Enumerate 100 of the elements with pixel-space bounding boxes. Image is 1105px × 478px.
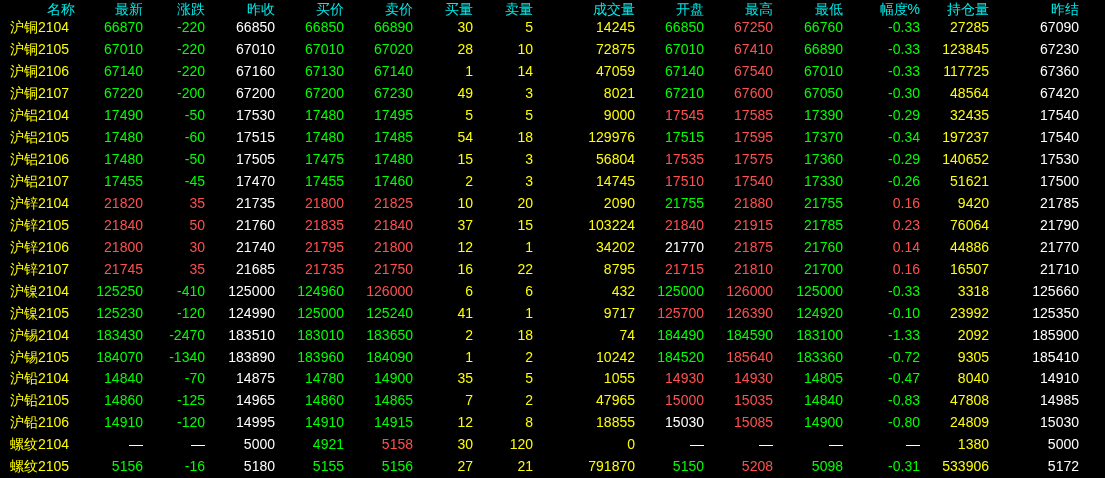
table-cell: 21710 [1040, 260, 1079, 278]
table-cell: 17455 [104, 173, 143, 191]
table-cell: 14910 [305, 414, 344, 432]
table-cell: 16 [457, 260, 473, 278]
contract-name: 沪锡2104 [10, 326, 70, 344]
table-cell: 8040 [957, 370, 989, 388]
table-cell: 5098 [811, 458, 843, 476]
table-cell: 15030 [1040, 414, 1079, 432]
column-header[interactable]: 卖价 [385, 0, 413, 17]
table-cell: 2 [465, 326, 473, 344]
table-cell: 15000 [665, 392, 704, 410]
contract-name: 沪铝2105 [10, 129, 70, 147]
table-cell: 34202 [596, 238, 635, 256]
table-cell: 791870 [588, 458, 635, 476]
table-cell: 35 [189, 194, 205, 212]
table-cell: 103224 [588, 216, 635, 234]
table-cell: 66870 [104, 19, 143, 37]
table-cell: 12 [457, 238, 473, 256]
table-cell: 5158 [381, 436, 413, 454]
table-cell: 18 [517, 129, 533, 147]
table-cell: 125000 [657, 282, 704, 300]
table-cell: 6 [525, 282, 533, 300]
contract-name: 沪铝2106 [10, 151, 70, 169]
table-cell: 67010 [104, 41, 143, 59]
table-cell: — [759, 436, 773, 454]
table-cell: 21915 [734, 216, 773, 234]
table-cell: 66890 [374, 19, 413, 37]
table-cell: 14915 [374, 414, 413, 432]
table-cell: 37 [457, 216, 473, 234]
table-cell: 0.14 [892, 238, 920, 256]
table-cell: 18855 [596, 414, 635, 432]
table-cell: 17540 [1040, 129, 1079, 147]
table-cell: 125250 [96, 282, 143, 300]
column-header[interactable]: 昨结 [1051, 0, 1079, 17]
table-cell: 24809 [950, 414, 989, 432]
column-header[interactable]: 幅度% [879, 0, 920, 17]
table-cell: 5 [525, 107, 533, 125]
table-cell: -45 [184, 173, 205, 191]
table-cell: -200 [176, 85, 205, 103]
table-cell: -0.33 [888, 282, 920, 300]
column-header[interactable]: 买价 [316, 0, 344, 17]
table-cell: -120 [176, 414, 205, 432]
table-cell: 183960 [297, 348, 344, 366]
table-cell: 17485 [374, 129, 413, 147]
table-cell: 14965 [236, 392, 275, 410]
table-cell: 432 [611, 282, 635, 300]
table-cell: 20 [517, 194, 533, 212]
column-header[interactable]: 最低 [815, 0, 843, 17]
table-cell: 17480 [305, 107, 344, 125]
table-cell: -410 [176, 282, 205, 300]
table-cell: 12 [457, 414, 473, 432]
table-cell: -0.72 [888, 348, 920, 366]
table-cell: 17480 [104, 151, 143, 169]
table-cell: 183650 [366, 326, 413, 344]
column-header[interactable]: 成交量 [593, 0, 635, 17]
table-cell: 54 [457, 129, 473, 147]
contract-name: 沪锡2105 [10, 348, 70, 366]
table-cell: — [906, 436, 920, 454]
column-header[interactable]: 名称 [47, 0, 75, 17]
column-header[interactable]: 开盘 [676, 0, 704, 17]
contract-name: 螺纹2105 [10, 458, 70, 476]
contract-name: 沪镍2105 [10, 304, 70, 322]
column-header[interactable]: 最高 [745, 0, 773, 17]
table-cell: 14995 [236, 414, 275, 432]
table-cell: 72875 [596, 41, 635, 59]
table-cell: 47808 [950, 392, 989, 410]
column-header[interactable]: 买量 [445, 0, 473, 17]
column-header[interactable]: 持仓量 [947, 0, 989, 17]
table-cell: 17595 [734, 129, 773, 147]
table-cell: 124960 [297, 282, 344, 300]
table-cell: 21825 [374, 194, 413, 212]
table-cell: 9420 [957, 194, 989, 212]
table-cell: 5155 [312, 458, 344, 476]
contract-name: 沪锌2106 [10, 238, 70, 256]
table-cell: 14910 [1040, 370, 1079, 388]
table-cell: 17540 [1040, 107, 1079, 125]
table-cell: 2 [465, 173, 473, 191]
table-cell: 22 [517, 260, 533, 278]
table-cell: 8 [525, 414, 533, 432]
table-cell: -0.10 [888, 304, 920, 322]
table-cell: 125350 [1032, 304, 1079, 322]
table-cell: 17510 [665, 173, 704, 191]
column-header[interactable]: 最新 [115, 0, 143, 17]
table-cell: 67420 [1040, 85, 1079, 103]
table-cell: 21785 [804, 216, 843, 234]
table-cell: 14930 [665, 370, 704, 388]
table-cell: 21835 [305, 216, 344, 234]
table-cell: 185900 [1032, 326, 1079, 344]
table-cell: 10242 [596, 348, 635, 366]
column-header[interactable]: 涨跌 [177, 0, 205, 17]
table-cell: -0.34 [888, 129, 920, 147]
table-cell: 49 [457, 85, 473, 103]
table-cell: 0.23 [892, 216, 920, 234]
table-cell: 67130 [305, 63, 344, 81]
table-cell: 21840 [374, 216, 413, 234]
table-cell: 183430 [96, 326, 143, 344]
column-header[interactable]: 卖量 [505, 0, 533, 17]
table-cell: 5208 [741, 458, 773, 476]
table-cell: -0.33 [888, 41, 920, 59]
column-header[interactable]: 昨收 [247, 0, 275, 17]
